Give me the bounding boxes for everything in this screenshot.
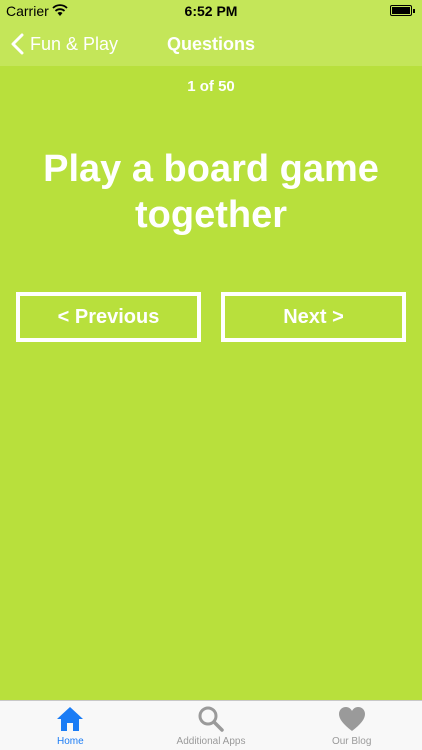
tab-additional-apps[interactable]: Additional Apps — [141, 701, 282, 750]
status-bar: Carrier 6:52 PM — [0, 0, 422, 22]
page-title: Questions — [166, 34, 255, 54]
search-icon — [198, 706, 224, 732]
tab-additional-apps-label: Additional Apps — [176, 736, 246, 747]
tab-bar: Home Additional Apps Our Blog — [0, 700, 422, 750]
tab-our-blog[interactable]: Our Blog — [281, 701, 422, 750]
question-counter: 1 of 50 — [187, 78, 235, 95]
tab-home[interactable]: Home — [0, 701, 141, 750]
tab-our-blog-label: Our Blog — [331, 736, 372, 747]
navigation-bar: Fun & Play Questions — [0, 22, 422, 66]
status-time: 6:52 PM — [184, 3, 238, 19]
next-button[interactable]: Next > — [221, 292, 406, 342]
battery-icon — [390, 5, 415, 16]
home-icon — [57, 707, 84, 731]
heart-icon — [338, 707, 365, 731]
tab-home-label: Home — [56, 736, 84, 747]
question-text: Play a board game together — [43, 148, 379, 236]
previous-button[interactable]: < Previous — [16, 292, 201, 342]
